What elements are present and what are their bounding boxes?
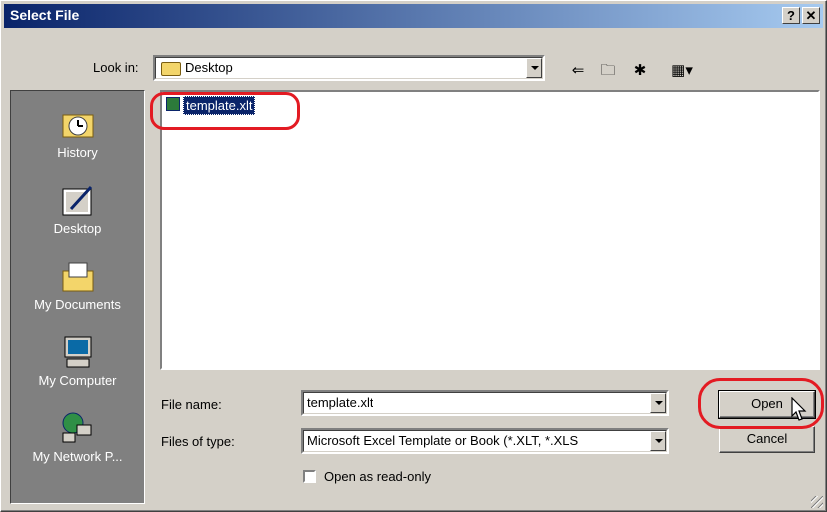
title-bar[interactable]: Select File ? ✕ <box>4 4 823 28</box>
file-name-value: template.xlt <box>307 395 374 410</box>
new-folder-icon[interactable]: ✱ <box>631 63 649 79</box>
places-my-network-places[interactable]: My Network P... <box>11 407 144 481</box>
chevron-down-icon[interactable] <box>650 393 666 413</box>
places-my-computer-label: My Computer <box>38 373 117 388</box>
look-in-combo[interactable]: Desktop <box>153 55 545 81</box>
chevron-down-icon[interactable] <box>526 58 542 78</box>
file-name-label-text: File name: <box>161 397 222 412</box>
places-history-label: History <box>57 145 98 160</box>
look-in-value: Desktop <box>185 60 233 75</box>
desktop-icon <box>62 185 93 216</box>
places-my-network-places-label: My Network P... <box>32 449 123 464</box>
file-name-field[interactable]: template.xlt <box>301 390 669 416</box>
files-of-type-label: Files of type: <box>161 434 235 449</box>
my-documents-icon <box>62 262 94 292</box>
my-network-places-icon <box>62 412 92 443</box>
places-desktop-label: Desktop <box>53 221 102 236</box>
places-bar: History Desktop My Documents My Computer… <box>10 90 145 504</box>
folder-icon <box>161 62 181 76</box>
chevron-down-icon[interactable] <box>650 431 666 451</box>
places-my-computer[interactable]: My Computer <box>11 331 144 405</box>
file-list[interactable]: template.xlt <box>160 90 820 370</box>
files-of-type-select[interactable]: Microsoft Excel Template or Book (*.XLT,… <box>301 428 669 454</box>
history-icon <box>62 114 94 138</box>
select-file-dialog: Select File ? ✕ Look in: Desktop ⇐ 🗀 ✱ ▦… <box>0 0 827 512</box>
resize-grip[interactable] <box>811 496 823 508</box>
cursor-icon <box>791 397 807 421</box>
read-only-checkbox[interactable] <box>303 470 316 483</box>
read-only-label[interactable]: Open as read-only <box>324 469 431 484</box>
places-my-documents[interactable]: My Documents <box>11 255 144 329</box>
places-desktop[interactable]: Desktop <box>11 179 144 253</box>
cancel-button[interactable]: Cancel <box>719 426 815 453</box>
places-my-documents-label: My Documents <box>34 297 121 312</box>
help-button[interactable]: ? <box>782 7 800 24</box>
files-of-type-value: Microsoft Excel Template or Book (*.XLT,… <box>307 433 579 448</box>
back-arrow-icon[interactable]: ⇐ <box>569 63 587 79</box>
file-highlight-annotation <box>150 92 300 130</box>
dialog-title: Select File <box>10 7 80 23</box>
my-computer-icon <box>64 336 92 368</box>
up-one-level-icon[interactable]: 🗀 <box>599 63 617 79</box>
look-in-label: Look in: <box>93 60 139 75</box>
places-history[interactable]: History <box>11 103 144 177</box>
view-menu-icon[interactable]: ▦▾ <box>669 63 695 79</box>
close-button[interactable]: ✕ <box>802 7 820 24</box>
